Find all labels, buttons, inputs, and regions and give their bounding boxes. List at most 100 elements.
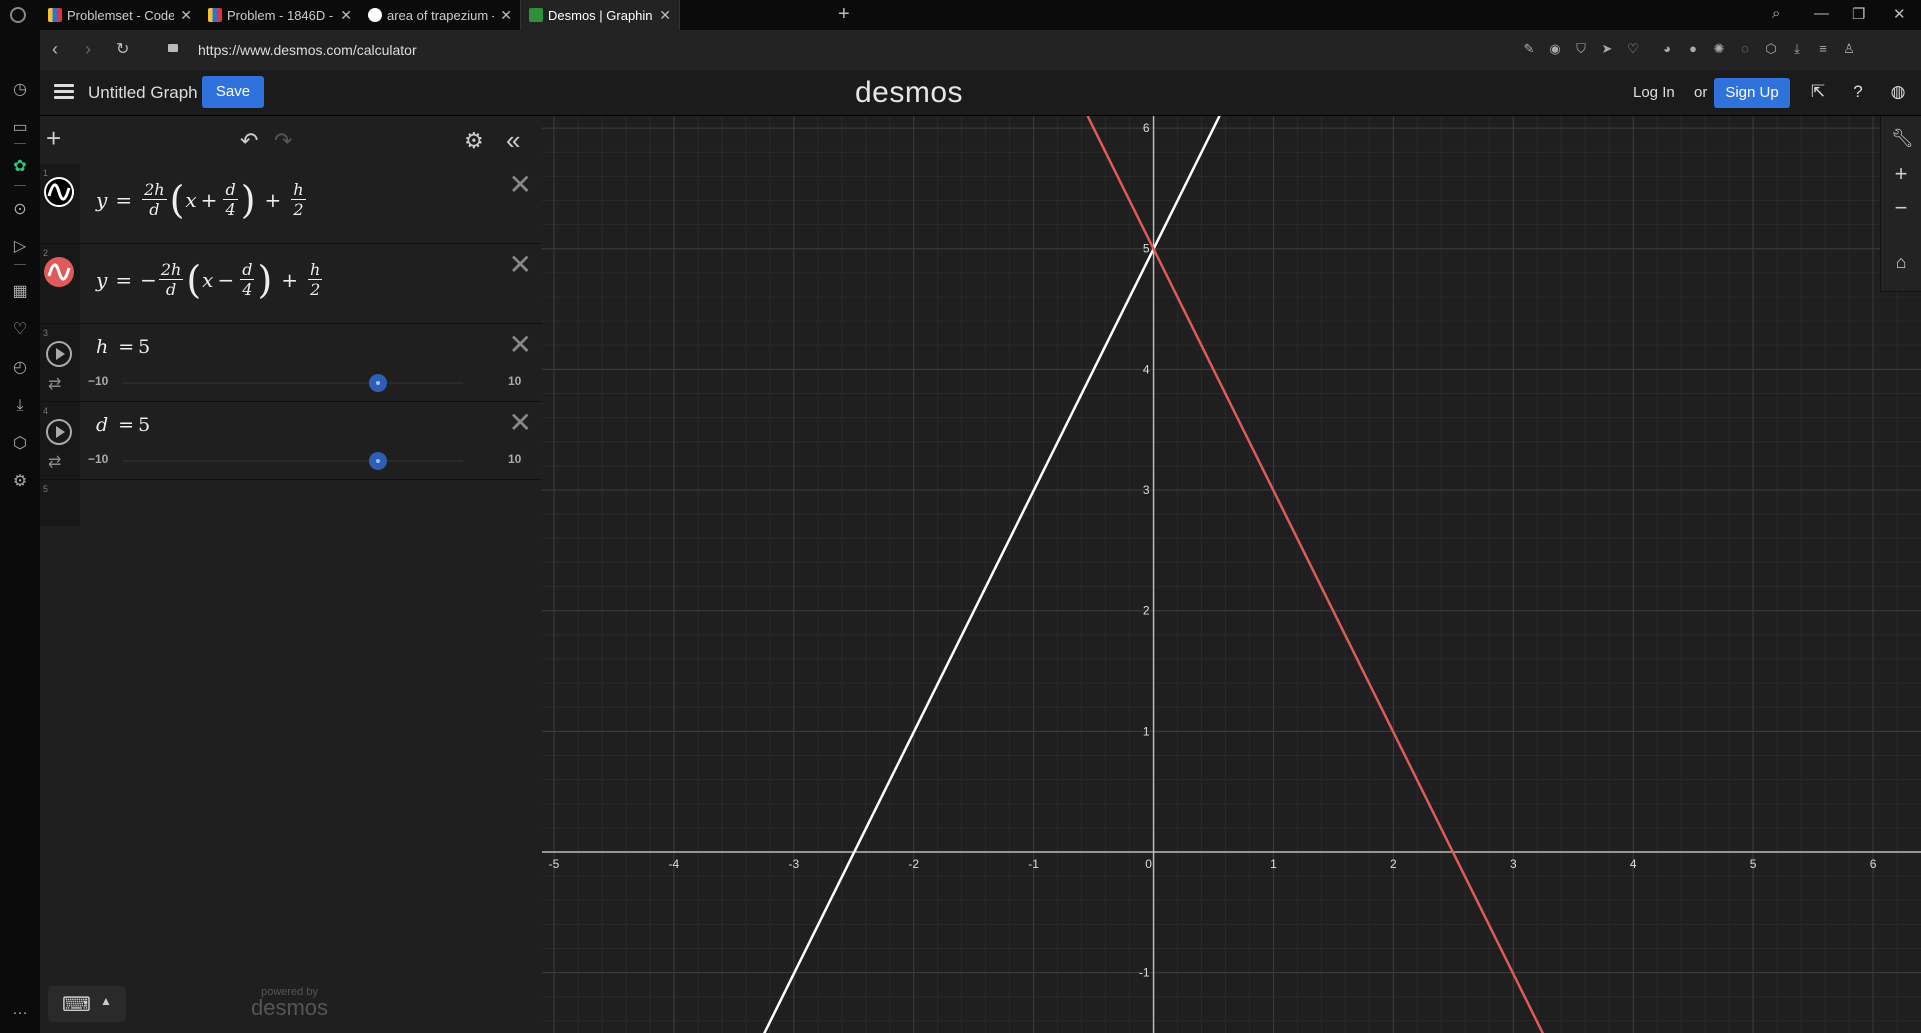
history-icon[interactable]: ◴ [10,358,30,378]
new-expression-row[interactable]: 5 [40,480,542,526]
edit-icon[interactable]: ✎ [1522,42,1536,56]
minimize-icon[interactable]: — [1814,5,1829,22]
expression-toolbar: + ↶ ↷ ⚙ « [40,116,542,165]
delete-expression-icon[interactable]: ✕ [509,250,532,280]
fraction: d4 [240,260,255,299]
add-item-icon[interactable]: + [46,123,61,154]
graph-title[interactable]: Untitled Graph [88,83,198,103]
camera-icon[interactable]: ◉ [1548,42,1562,56]
bag-icon[interactable]: ▭ [10,118,30,138]
language-globe-icon[interactable]: ◍ [1888,82,1908,102]
restore-icon[interactable]: ❐ [1852,5,1865,23]
save-button[interactable]: Save [202,76,264,108]
speed-dial-icon[interactable]: ◷ [10,80,30,100]
lock-icon [168,44,178,52]
y-tick-label: 3 [1143,483,1150,497]
delete-expression-icon[interactable]: ✕ [509,330,532,360]
expression-formula[interactable]: y = − 2h d ( x − d4 ) + h2 [96,260,324,299]
extension-icon[interactable]: ✺ [1712,42,1726,56]
tab-google-search[interactable]: area of trapezium - Google ✕ [360,0,520,30]
close-tab-icon[interactable]: ✕ [500,7,512,24]
tab-search-icon[interactable]: ⌕ [1772,5,1780,22]
settings-gear-icon[interactable]: ⚙ [464,128,484,154]
shield-icon[interactable]: ⛉ [1574,42,1588,56]
heart-icon[interactable]: ♡ [1626,42,1640,56]
play-slider-icon[interactable] [46,419,72,445]
graph-color-icon[interactable] [44,177,74,207]
slider-row[interactable]: 4 ⇄ d = 5 −10 10 ✕ [40,402,542,480]
share-icon[interactable]: ⇱ [1808,82,1828,102]
forward-icon[interactable]: › [85,39,91,60]
tab-desmos[interactable]: Desmos | Graphing Calcula ✕ [520,0,680,30]
close-tab-icon[interactable]: ✕ [180,7,192,24]
slider-formula[interactable]: h = 5 [96,336,150,358]
back-icon[interactable]: ‹ [52,39,58,60]
fraction: 2h d [142,180,167,219]
x-tick-label: -2 [908,857,919,871]
tab-codeforces-problem[interactable]: Problem - 1846D - Codefor ✕ [200,0,360,30]
graph-paper[interactable]: -5 -4 -3 -2 -1 0 1 2 3 4 5 6 -1 1 2 3 4 5 6 🔧︎ + − ⌂ [542,116,1921,1033]
workspaces-icon[interactable]: ▦ [10,282,30,302]
slider-track[interactable] [123,382,463,384]
graph-tools: 🔧︎ + − ⌂ [1880,116,1921,292]
profile-icon[interactable]: ♙ [1842,42,1856,56]
expression-row[interactable]: 1 y = 2h d ( x + d4 ) + h2 ✕ [40,164,542,244]
redo-icon[interactable]: ↷ [274,128,292,154]
slider-track[interactable] [123,460,463,462]
keyboard-toggle-button[interactable]: ⌨ ▲ [48,986,126,1022]
powered-by-desmos[interactable]: powered by desmos [251,986,328,1019]
browser-logo-icon[interactable] [10,7,26,23]
zoom-out-icon[interactable]: − [1891,197,1911,219]
reload-icon[interactable]: ↻ [116,39,129,59]
heart-icon[interactable]: ♡ [10,320,30,340]
menu-icon[interactable]: ≡ [1816,42,1830,56]
browser-sidebar: ◷ ▭ ✿ ⊙ ▷ ▦ ♡ ◴ ⤓ ⬡ ⚙ … [0,30,40,1033]
expression-row[interactable]: 2 y = − 2h d ( x − d4 ) + h2 ✕ [40,244,542,324]
slider-row[interactable]: 3 ⇄ h = 5 −10 10 ✕ [40,324,542,402]
slider-handle[interactable] [369,452,387,470]
login-link[interactable]: Log In [1633,84,1675,101]
cube-icon[interactable]: ⬡ [10,434,30,454]
send-icon[interactable]: ▷ [10,237,30,257]
settings-icon[interactable]: ⚙ [10,472,30,492]
download-icon[interactable]: ⤓ [10,396,30,416]
signup-button[interactable]: Sign Up [1714,78,1790,108]
slider[interactable]: −10 10 [88,452,528,470]
collapse-list-icon[interactable]: « [506,125,520,156]
slider-handle[interactable] [369,374,387,392]
more-icon[interactable]: … [10,1000,30,1020]
home-icon[interactable]: ⌂ [1891,252,1911,272]
graph-color-icon[interactable] [44,257,74,287]
cube-icon[interactable]: ⬡ [1764,42,1778,56]
extension-icon[interactable]: ◕ [1660,42,1674,56]
send-icon[interactable]: ➤ [1600,42,1614,56]
play-slider-icon[interactable] [46,341,72,367]
divider [14,143,26,144]
download-icon[interactable]: ⤓ [1790,42,1804,56]
close-window-icon[interactable]: ✕ [1893,5,1906,23]
slider-formula[interactable]: d = 5 [96,414,150,436]
extension-icon[interactable]: ● [1686,42,1700,56]
slider[interactable]: −10 10 [88,374,528,392]
player-icon[interactable]: ⊙ [10,200,30,220]
graph-canvas[interactable]: -5 -4 -3 -2 -1 0 1 2 3 4 5 6 -1 1 2 3 4 5 6 [542,116,1921,1033]
help-icon[interactable]: ? [1848,82,1868,102]
url-field[interactable]: https://www.desmos.com/calculator [198,42,417,58]
y-tick-label: 4 [1143,362,1150,376]
chatgpt-icon[interactable]: ✿ [10,157,30,177]
undo-icon[interactable]: ↶ [240,128,258,154]
delete-expression-icon[interactable]: ✕ [509,170,532,200]
expression-formula[interactable]: y = 2h d ( x + d4 ) + h2 [96,180,308,219]
zoom-in-icon[interactable]: + [1891,163,1911,185]
close-tab-icon[interactable]: ✕ [659,7,671,24]
loop-icon[interactable]: ⇄ [48,452,61,472]
loop-icon[interactable]: ⇄ [48,374,61,394]
new-tab-icon[interactable]: + [838,3,850,26]
tab-codeforces-problemset[interactable]: Problemset - Codeforces ✕ [40,0,200,30]
hamburger-menu-icon[interactable] [54,84,74,100]
extension-icon[interactable]: ◌ [1738,42,1752,56]
close-tab-icon[interactable]: ✕ [340,7,352,24]
wrench-icon[interactable]: 🔧︎ [1891,128,1914,148]
codeforces-icon [48,8,62,22]
delete-expression-icon[interactable]: ✕ [509,408,532,438]
